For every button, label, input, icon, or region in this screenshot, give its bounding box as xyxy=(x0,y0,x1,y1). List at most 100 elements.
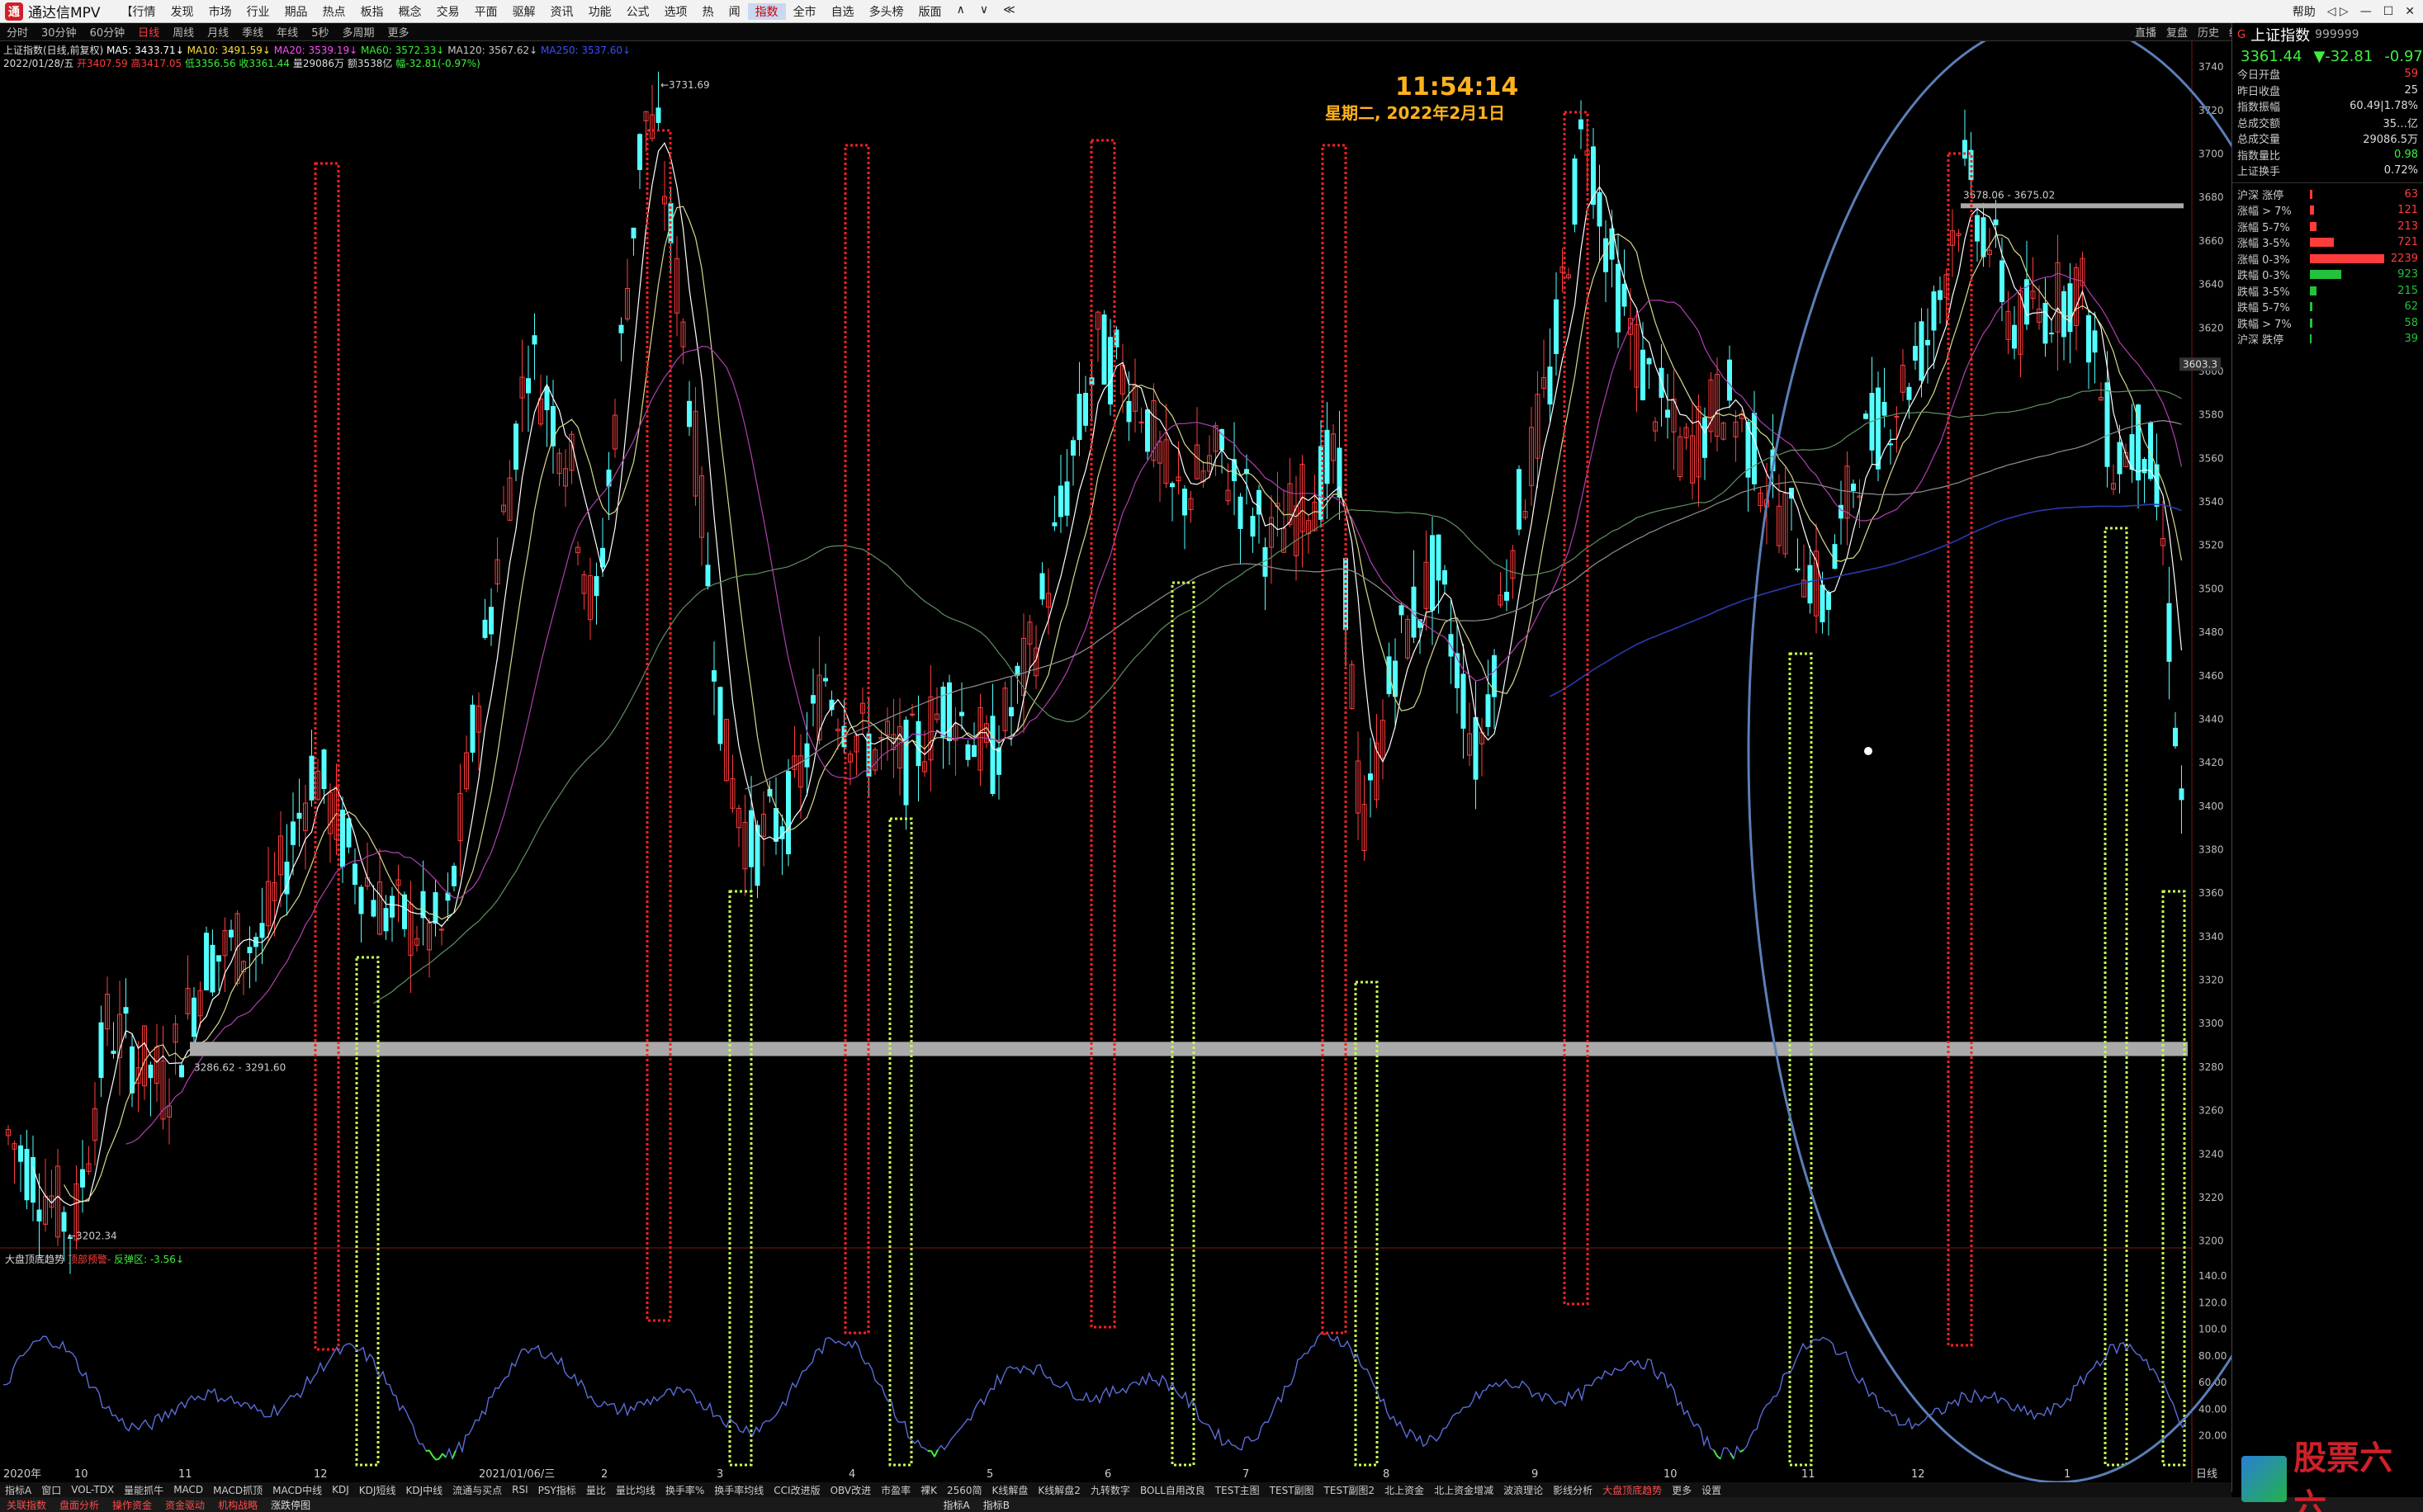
breadth-row: 沪深 涨停 63 xyxy=(2232,187,2423,203)
menu-item-24[interactable]: ≪ xyxy=(996,3,1023,20)
indicator-tab-25[interactable]: BOLL自用改良 xyxy=(1135,1483,1210,1497)
indicator-tab-4[interactable]: MACD xyxy=(168,1484,208,1495)
menu-item-21[interactable]: 版面 xyxy=(911,3,949,20)
menu-item-12[interactable]: 功能 xyxy=(581,3,619,20)
y-tick-label: 3280 xyxy=(2198,1061,2224,1073)
indicator-tab-13[interactable]: 量比 xyxy=(581,1483,611,1497)
nav-arrows[interactable]: ◁ ▷ xyxy=(2327,5,2349,18)
menu-item-15[interactable]: 热 xyxy=(695,3,722,20)
indicator-tab-24[interactable]: 九转数字 xyxy=(1086,1483,1135,1497)
menu-item-11[interactable]: 资讯 xyxy=(543,3,581,20)
candle-down xyxy=(1077,394,1082,441)
indicator-tab-1[interactable]: 窗口 xyxy=(36,1483,66,1497)
menu-item-7[interactable]: 概念 xyxy=(391,3,429,20)
bottom-tab-spacer xyxy=(756,1499,782,1510)
indicator-tab-11[interactable]: RSI xyxy=(507,1484,533,1495)
period-9[interactable]: 多周期 xyxy=(335,24,381,40)
bottom-tab-2[interactable]: 操作资金 xyxy=(106,1498,159,1512)
indicator-tab-0[interactable]: 指标A xyxy=(0,1483,36,1497)
y-tick-label: 3700 xyxy=(2198,149,2224,160)
menu-item-17[interactable]: 指数 xyxy=(747,2,786,20)
menu-item-22[interactable]: ∧ xyxy=(949,3,973,20)
indicator-tab-15[interactable]: 换手率% xyxy=(660,1483,709,1497)
candle-down xyxy=(717,687,723,744)
candle-down xyxy=(1597,191,1602,227)
menu-item-3[interactable]: 行业 xyxy=(239,3,277,20)
indicator-tab-32[interactable]: 影线分析 xyxy=(1548,1483,1597,1497)
indicator-tab-3[interactable]: 量能抓牛 xyxy=(119,1483,168,1497)
indicator-tab-21[interactable]: 2560简 xyxy=(942,1483,987,1497)
menu-item-8[interactable]: 交易 xyxy=(429,3,467,20)
indicator-tab-2[interactable]: VOL-TDX xyxy=(66,1484,119,1495)
menu-item-18[interactable]: 全市 xyxy=(786,3,824,20)
indicator-tab-23[interactable]: K线解盘2 xyxy=(1033,1483,1086,1497)
indicator-tab-33[interactable]: 大盘顶底趋势 xyxy=(1597,1483,1667,1497)
menu-item-9[interactable]: 平面 xyxy=(467,3,505,20)
indicator-tab-35[interactable]: 设置 xyxy=(1697,1483,1726,1497)
indicator-tab-20[interactable]: 裸K xyxy=(916,1483,942,1497)
help-menu[interactable]: 帮助 xyxy=(2293,3,2316,20)
indicator-tab-22[interactable]: K线解盘 xyxy=(987,1483,1034,1497)
indicator-tab-29[interactable]: 北上资金 xyxy=(1380,1483,1429,1497)
indicator-tab-5[interactable]: MACD抓顶 xyxy=(208,1483,267,1497)
period-1[interactable]: 30分钟 xyxy=(35,24,83,40)
kline-chart[interactable]: 3740372037003680366036403620360035803560… xyxy=(0,41,2231,1482)
menu-item-13[interactable]: 公式 xyxy=(619,3,657,20)
indicator-tab-7[interactable]: KDJ xyxy=(327,1484,354,1495)
period-2[interactable]: 60分钟 xyxy=(83,24,132,40)
minimize-button[interactable]: — xyxy=(2360,5,2372,18)
maximize-button[interactable]: ☐ xyxy=(2383,5,2394,18)
menu-item-4[interactable]: 期品 xyxy=(277,3,315,20)
indicator-tab-30[interactable]: 北上资金增减 xyxy=(1429,1483,1498,1497)
period-3[interactable]: 日线 xyxy=(131,24,166,40)
bottom-tab-3[interactable]: 资金驱动 xyxy=(159,1498,211,1512)
menu-item-2[interactable]: 市场 xyxy=(201,3,239,20)
period-7[interactable]: 年线 xyxy=(270,24,305,40)
indicator-tab-12[interactable]: PSY指标 xyxy=(533,1483,581,1497)
period-8[interactable]: 5秒 xyxy=(305,24,335,40)
indicator-tab-31[interactable]: 波浪理论 xyxy=(1498,1483,1548,1497)
bottom-tab-spacer xyxy=(549,1499,575,1510)
candle-down xyxy=(1621,283,1627,307)
indicator-tab-9[interactable]: KDJ中线 xyxy=(400,1483,447,1497)
period-4[interactable]: 周线 xyxy=(166,24,201,40)
bottom-tab-31[interactable]: 指标B xyxy=(977,1498,1016,1512)
indicator-tab-14[interactable]: 量比均线 xyxy=(611,1483,660,1497)
indicator-tab-34[interactable]: 更多 xyxy=(1667,1483,1697,1497)
period-10[interactable]: 更多 xyxy=(381,24,415,40)
bottom-tab-1[interactable]: 盘面分析 xyxy=(53,1498,106,1512)
indicator-tab-27[interactable]: TEST副图 xyxy=(1265,1483,1319,1497)
bottom-tab-spacer xyxy=(343,1499,368,1510)
toolbar-button-1[interactable]: 复盘 xyxy=(2166,24,2188,40)
menu-item-14[interactable]: 选项 xyxy=(657,3,695,20)
indicator-tab-26[interactable]: TEST主图 xyxy=(1210,1483,1265,1497)
indicator-tab-28[interactable]: TEST副图2 xyxy=(1319,1483,1380,1497)
close-button[interactable]: ✕ xyxy=(2405,5,2415,18)
toolbar-button-0[interactable]: 直播 xyxy=(2135,24,2156,40)
menu-item-23[interactable]: ∨ xyxy=(973,3,996,20)
indicator-tab-8[interactable]: KDJ短线 xyxy=(354,1483,401,1497)
menu-item-19[interactable]: 自选 xyxy=(824,3,862,20)
menu-item-5[interactable]: 热点 xyxy=(315,3,353,20)
period-6[interactable]: 季线 xyxy=(235,24,270,40)
candle-down xyxy=(204,933,209,990)
indicator-tab-6[interactable]: MACD中线 xyxy=(267,1483,327,1497)
menu-item-1[interactable]: 发现 xyxy=(163,3,201,20)
indicator-tab-19[interactable]: 市盈率 xyxy=(876,1483,916,1497)
period-0[interactable]: 分时 xyxy=(0,24,35,40)
indicator-tab-18[interactable]: OBV改进 xyxy=(826,1483,877,1497)
indicator-tab-17[interactable]: CCI改进版 xyxy=(769,1483,825,1497)
menu-item-0[interactable]: 【行情 xyxy=(114,3,163,20)
bottom-tab-5[interactable]: 涨跌停图 xyxy=(264,1498,317,1512)
menu-item-20[interactable]: 多头榜 xyxy=(862,3,911,20)
menu-item-16[interactable]: 闻 xyxy=(722,3,748,20)
bottom-tab-30[interactable]: 指标A xyxy=(936,1498,976,1512)
menu-item-6[interactable]: 板指 xyxy=(353,3,391,20)
bottom-tab-0[interactable]: 关联指数 xyxy=(0,1498,53,1512)
indicator-tab-10[interactable]: 流通与买点 xyxy=(447,1483,507,1497)
period-5[interactable]: 月线 xyxy=(201,24,235,40)
toolbar-button-2[interactable]: 历史 xyxy=(2198,24,2219,40)
menu-item-10[interactable]: 驱解 xyxy=(505,3,543,20)
indicator-tab-16[interactable]: 换手率均线 xyxy=(709,1483,769,1497)
bottom-tab-4[interactable]: 机构战略 xyxy=(211,1498,264,1512)
